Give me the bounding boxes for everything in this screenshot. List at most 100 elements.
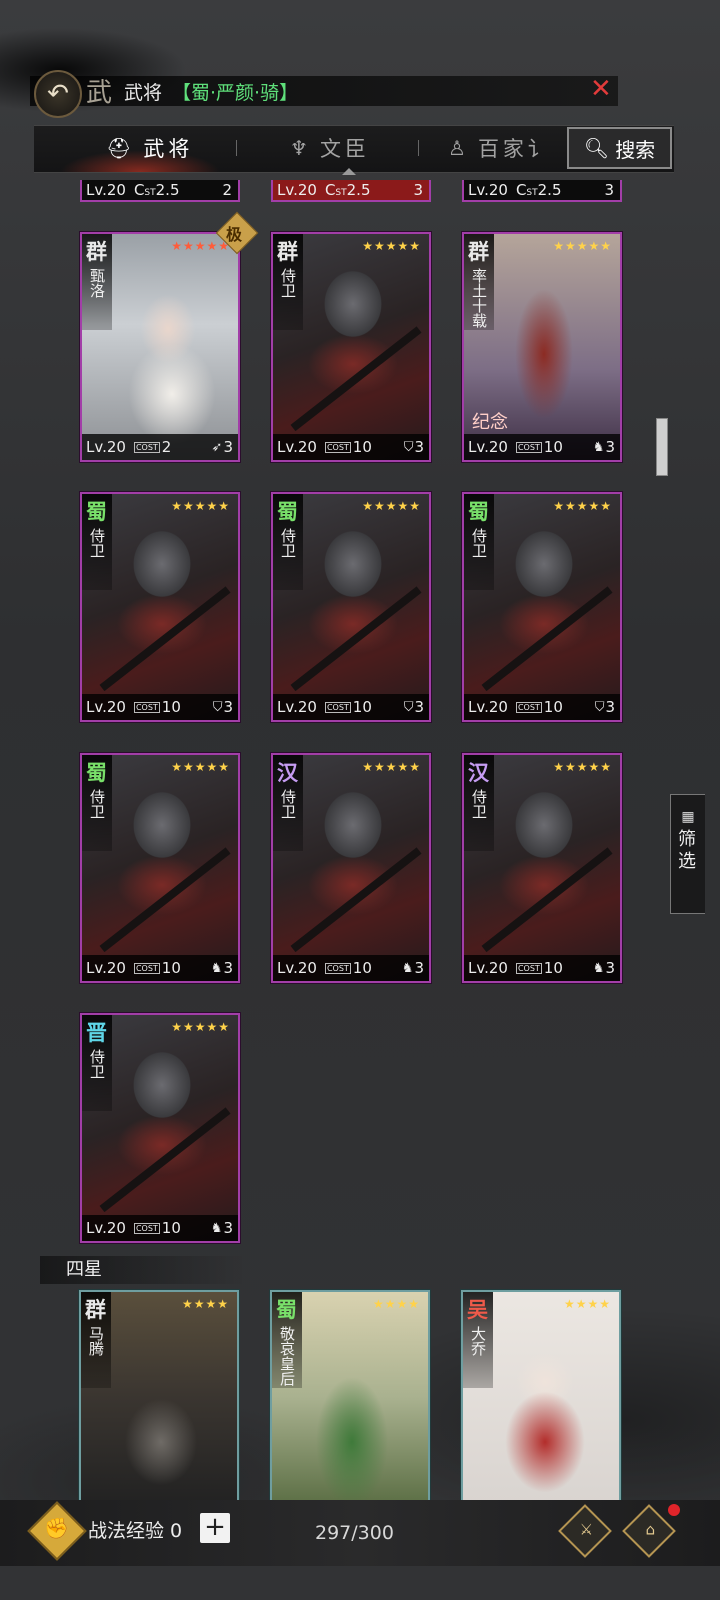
fist-glyph: ✊ — [44, 1516, 69, 1540]
general-card[interactable]: 蜀侍卫 ★★★★★ Lv.20 COST 10 ⛉ 3 — [271, 492, 431, 722]
general-name: 甄洛 — [88, 268, 106, 298]
star-rating: ★★★★★ — [171, 1020, 230, 1034]
general-name: 敬哀皇后 — [278, 1326, 296, 1386]
shield-icon: ⛉ — [594, 699, 605, 715]
unit-type: ➶ 3 — [212, 438, 233, 456]
cost-icon: COST — [515, 701, 542, 713]
scroll-up-indicator — [342, 168, 356, 175]
tab-label: 武将 — [143, 137, 194, 161]
level-text: Lv.20 — [468, 181, 508, 199]
general-card[interactable]: 蜀侍卫 ★★★★★ Lv.20 COST 10 ⛉ 3 — [80, 492, 240, 722]
back-arrow-icon: ↶ — [47, 79, 69, 109]
faction-label: 群 — [85, 1297, 106, 1322]
card-stats: Lv.20 COST 10 ⛉ 3 — [82, 694, 238, 720]
star-rating: ★★★★★ — [553, 239, 612, 253]
unit-type: ⛉ 3 — [404, 438, 424, 456]
section-four-star: 四星 — [40, 1256, 246, 1284]
commemorative-banner: 纪念 — [472, 412, 508, 433]
faction-label: 汉 — [277, 760, 298, 785]
general-name: 侍卫 — [88, 528, 106, 558]
cost-value: COST 10 — [324, 698, 372, 716]
cost-value: COST 10 — [324, 959, 372, 977]
general-card[interactable]: 群甄洛 ★★★★★ Lv.20 COST 2 ➶ 3 — [80, 232, 240, 462]
faction-label: 汉 — [468, 760, 489, 785]
cost-value: COST 10 — [515, 438, 563, 456]
general-card[interactable]: 群马腾 ★★★★ — [79, 1290, 239, 1506]
list-item-partial[interactable]: Lv.20 CST2.5 2 — [80, 180, 240, 202]
cost-text: CST2.5 — [515, 181, 562, 199]
search-label: 搜索 — [615, 137, 656, 162]
faction-label: 群 — [86, 239, 107, 264]
star-rating: ★★★★★ — [171, 760, 230, 774]
star-rating: ★★★★★ — [553, 499, 612, 513]
tab-wenchen[interactable]: ♆ 文臣 — [290, 125, 370, 171]
unit-count: 3 — [223, 698, 233, 716]
cost-number: 10 — [352, 959, 372, 977]
add-exp-button[interactable]: + — [200, 1513, 230, 1543]
star-rating: ★★★★ — [372, 1297, 420, 1311]
level-text: Lv.20 — [277, 181, 317, 199]
cost-value: COST 10 — [133, 959, 181, 977]
list-item-partial[interactable]: Lv.20 CST2.5 3 — [271, 180, 431, 202]
general-card[interactable]: 吴大乔 ★★★★ — [461, 1290, 621, 1506]
title-emblem: 武 — [86, 78, 113, 108]
cost-number: 10 — [352, 698, 372, 716]
scrollbar-thumb[interactable] — [656, 418, 668, 476]
star-rating: ★★★★★ — [171, 239, 230, 253]
active-filter-text: 【蜀·严颜·骑】 — [172, 82, 299, 104]
level-text: Lv.20 — [277, 959, 317, 977]
general-count: 297/300 — [315, 1522, 394, 1544]
general-card[interactable]: 蜀敬哀皇后 ★★★★ — [270, 1290, 430, 1506]
general-card[interactable]: 群率土十载 ★★★★★ 纪念 Lv.20 COST 10 ♞ 3 — [462, 232, 622, 462]
filter-label: 筛选 — [678, 829, 696, 872]
faction-label: 蜀 — [276, 1297, 297, 1322]
cost-icon: COST — [515, 441, 542, 453]
cost-value: COST 10 — [515, 959, 563, 977]
general-card[interactable]: 蜀侍卫 ★★★★★ Lv.20 COST 10 ♞ 3 — [80, 753, 240, 983]
level-text: Lv.20 — [468, 438, 508, 456]
unit-type: ⛉ 3 — [404, 698, 424, 716]
cost-value: COST 10 — [133, 1219, 181, 1237]
scholar-icon: ♆ — [290, 136, 312, 160]
faction-label: 蜀 — [277, 499, 298, 524]
skill-exp-label: 战法经验 0 — [88, 1520, 183, 1542]
cost-number: 10 — [161, 1219, 181, 1237]
cost-icon: COST — [324, 962, 351, 974]
cost-number: 10 — [543, 698, 563, 716]
back-button[interactable]: ↶ — [34, 70, 82, 118]
unit-type: ♞ 3 — [211, 1219, 233, 1237]
unit-count: 3 — [605, 438, 615, 456]
card-stats: Lv.20 COST 10 ⛉ 3 — [273, 694, 429, 720]
general-name: 侍卫 — [470, 528, 488, 558]
cost-value: COST 2 — [133, 438, 171, 456]
filter-button[interactable]: ▦ 筛选 — [670, 794, 705, 914]
card-stats: Lv.20 COST 10 ♞ 3 — [464, 434, 620, 460]
search-icon: 🔍︎ — [583, 136, 610, 160]
level-text: Lv.20 — [277, 438, 317, 456]
star-rating: ★★★★★ — [553, 760, 612, 774]
general-name: 侍卫 — [88, 1049, 106, 1079]
general-card[interactable]: 汉侍卫 ★★★★★ Lv.20 COST 10 ♞ 3 — [271, 753, 431, 983]
horse-icon: ♞ — [210, 960, 223, 976]
cost-number: 10 — [352, 438, 372, 456]
general-card[interactable]: 蜀侍卫 ★★★★★ Lv.20 COST 10 ⛉ 3 — [462, 492, 622, 722]
search-button[interactable]: 🔍︎ 搜索 — [567, 127, 672, 169]
close-icon: ✕ — [590, 74, 612, 104]
general-name: 侍卫 — [470, 789, 488, 819]
horse-icon: ♞ — [592, 960, 605, 976]
general-card[interactable]: 群侍卫 ★★★★★ Lv.20 COST 10 ⛉ 3 — [271, 232, 431, 462]
cost-icon: COST — [133, 962, 160, 974]
unit-count: 3 — [605, 959, 615, 977]
tab-baijia[interactable]: ♙ 百家讠 — [448, 125, 558, 171]
cost-number: 10 — [543, 959, 563, 977]
list-item-partial[interactable]: Lv.20 CST2.5 3 — [462, 180, 622, 202]
horse-icon: ♞ — [592, 439, 605, 455]
cost-icon: COST — [133, 441, 160, 453]
unit-count: 3 — [223, 959, 233, 977]
general-card[interactable]: 汉侍卫 ★★★★★ Lv.20 COST 10 ♞ 3 — [462, 753, 622, 983]
clear-filter-button[interactable]: ✕ — [590, 76, 612, 102]
general-card[interactable]: 晋侍卫 ★★★★★ Lv.20 COST 10 ♞ 3 — [80, 1013, 240, 1243]
unit-type: ⛉ 3 — [213, 698, 233, 716]
unit-type: ♞ 3 — [593, 959, 615, 977]
tab-wujiang[interactable]: ⛑ 武将 — [106, 125, 193, 171]
